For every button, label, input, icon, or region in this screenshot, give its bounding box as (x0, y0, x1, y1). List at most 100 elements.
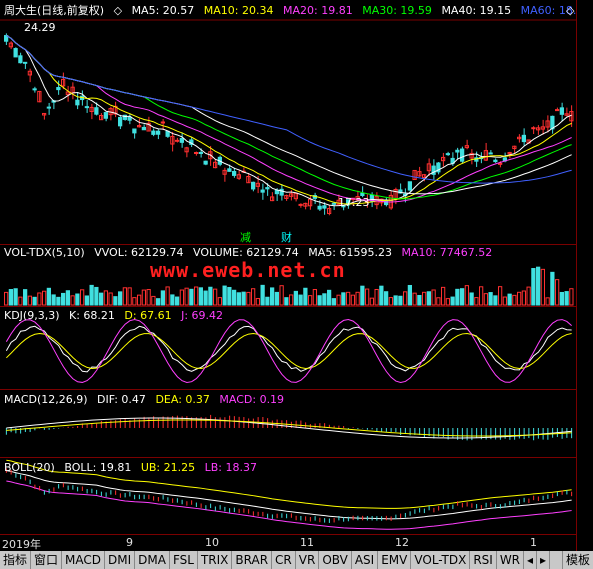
candle-body (132, 128, 137, 134)
macd-title[interactable]: MACD(12,26,9) (4, 393, 88, 406)
moving-average-line (6, 35, 572, 195)
time-tick: 2019年 (2, 538, 41, 551)
macd-value-label: MACD: 0.19 (219, 393, 285, 406)
candle-body (165, 130, 170, 137)
candle-body (493, 159, 498, 163)
candle-body (550, 115, 555, 130)
candle-body (460, 148, 465, 162)
candle-body (198, 151, 203, 154)
watermark-text: www.eweb.net.cn (150, 258, 346, 282)
candle-body (175, 139, 180, 142)
boll-mid-label: BOLL: 19.81 (64, 461, 132, 474)
candle-body (103, 112, 108, 119)
candle-body (227, 168, 232, 172)
candle-body (555, 109, 560, 112)
time-tick: 12 (395, 536, 409, 549)
candle-body (156, 130, 161, 135)
candle-body (298, 203, 303, 206)
tab-template[interactable]: 模板 (561, 551, 593, 569)
candle-body (251, 181, 256, 190)
tab-window[interactable]: 窗口 (31, 551, 63, 569)
kdj-j-label: J: 69.42 (181, 309, 224, 322)
event-marker-finance[interactable]: 财 (281, 229, 292, 245)
boll-ub-label: UB: 21.25 (140, 461, 196, 474)
time-tick: 9 (126, 536, 133, 549)
vol-ma10-label: MA10: 77467.52 (401, 246, 493, 259)
candle-body (75, 99, 80, 106)
moving-average-line (6, 35, 572, 203)
macd-dif-label: DIF: 0.47 (97, 393, 146, 406)
candle-body (531, 127, 536, 130)
macd-dea-label: DEA: 0.37 (155, 393, 210, 406)
candle-body (331, 202, 336, 205)
boll-title[interactable]: BOLL(20) (4, 461, 55, 474)
candle-body (322, 205, 327, 209)
candle-body (232, 170, 237, 176)
tab-vr[interactable]: VR (296, 551, 320, 569)
tab-dma[interactable]: DMA (135, 551, 170, 569)
candle-body (127, 116, 132, 121)
candle-body (56, 87, 61, 91)
tab-emv[interactable]: EMV (378, 551, 412, 569)
tab-obv[interactable]: OBV (319, 551, 352, 569)
tab-brar[interactable]: BRAR (232, 551, 273, 569)
candle-body (488, 152, 493, 155)
candle-body (94, 107, 99, 115)
tab-cr[interactable]: CR (272, 551, 296, 569)
candle-body (407, 181, 412, 191)
tab-trix[interactable]: TRIX (198, 551, 233, 569)
tab-wr[interactable]: WR (497, 551, 525, 569)
candle-body (203, 160, 208, 165)
tab-fsl[interactable]: FSL (170, 551, 198, 569)
tab-rsi[interactable]: RSI (470, 551, 497, 569)
tab-indicator[interactable]: 指标 (0, 551, 32, 569)
tab-dmi[interactable]: DMI (105, 551, 136, 569)
tab-vol-tdx[interactable]: VOL-TDX (411, 551, 471, 569)
boll-lb-label: LB: 18.37 (204, 461, 257, 474)
boll-header: BOLL(20) BOLL: 19.81 UB: 21.25 LB: 18.37 (4, 461, 263, 474)
candle-body (455, 149, 460, 153)
time-tick: 1 (530, 536, 537, 549)
time-tick: 11 (300, 536, 314, 549)
candle-body (18, 55, 23, 64)
right-scale-strip (576, 0, 593, 551)
scroll-tab-icon[interactable]: ◂ (524, 551, 538, 569)
moving-average-line (6, 35, 572, 207)
candle-body (32, 88, 37, 91)
candle-body (179, 138, 184, 143)
candle-body (445, 153, 450, 156)
vol-title[interactable]: VOL-TDX(5,10) (4, 246, 85, 259)
candle-body (84, 106, 89, 109)
time-axis: 2019年 9 10 11 12 1 (0, 534, 576, 551)
kdj-title[interactable]: KDJ(9,3,3) (4, 309, 60, 322)
candle-body (23, 61, 28, 64)
candle-body (13, 48, 18, 58)
candle-body (118, 116, 123, 127)
macd-header: MACD(12,26,9) DIF: 0.47 DEA: 0.37 MACD: … (4, 393, 290, 406)
low-price-label: 17.23 (338, 196, 370, 209)
candle-body (151, 130, 156, 135)
tab-macd[interactable]: MACD (62, 551, 106, 569)
candle-body (194, 152, 199, 155)
candle-body (317, 205, 322, 210)
candle-body (160, 121, 165, 124)
moving-average-line (6, 35, 572, 184)
kdj-d-label: D: 67.61 (124, 309, 172, 322)
candle-body (521, 134, 526, 143)
time-tick: 10 (205, 536, 219, 549)
candle-body (274, 189, 279, 195)
kdj-k-label: K: 68.21 (69, 309, 115, 322)
tab-asi[interactable]: ASI (352, 551, 379, 569)
scroll-tab-icon[interactable]: ▸ (537, 551, 551, 569)
candle-body (559, 107, 564, 115)
high-price-label: 24.29 (24, 21, 56, 34)
candle-body (498, 162, 503, 165)
candle-body (46, 106, 51, 109)
kdj-header: KDJ(9,3,3) K: 68.21 D: 67.61 J: 69.42 (4, 309, 229, 322)
candle-body (260, 189, 265, 193)
moving-average-line (6, 35, 572, 200)
candle-body (141, 126, 146, 131)
event-marker-reduce[interactable]: 减 (240, 229, 251, 245)
indicator-tab-bar: 指标 窗口 MACD DMI DMA FSL TRIX BRAR CR VR O… (0, 551, 593, 569)
candle-body (265, 187, 270, 190)
